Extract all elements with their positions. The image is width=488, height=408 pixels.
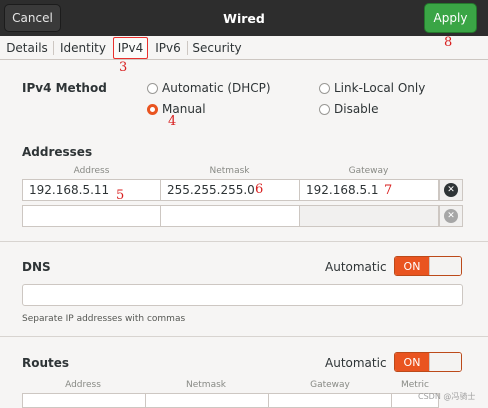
- annotation-8: 8: [444, 35, 453, 50]
- tab-separator: [53, 41, 54, 55]
- option-dhcp-label[interactable]: Automatic (DHCP): [162, 81, 271, 95]
- watermark: CSDN @冯骑士: [418, 392, 476, 401]
- clear-button[interactable]: ✕: [439, 179, 463, 201]
- tab-details[interactable]: Details: [3, 37, 51, 59]
- tab-ipv4[interactable]: IPv4: [113, 37, 148, 59]
- netmask-field[interactable]: 255.255.255.0: [160, 179, 300, 201]
- switch-on-label: ON: [395, 257, 429, 275]
- gateway-field[interactable]: [299, 205, 439, 227]
- option-disable-label[interactable]: Disable: [334, 102, 379, 116]
- route-gateway-field[interactable]: [268, 393, 392, 408]
- header-bar: Cancel Wired Apply: [0, 0, 488, 36]
- cancel-button[interactable]: Cancel: [4, 4, 61, 32]
- route-column-address: Address: [65, 380, 101, 390]
- route-column-gateway: Gateway: [310, 380, 350, 390]
- annotation-6: 6: [255, 182, 264, 197]
- annotation-4: 4: [168, 114, 177, 129]
- tab-security[interactable]: Security: [190, 37, 244, 59]
- column-header-gateway: Gateway: [348, 166, 389, 176]
- tab-bar: Details Identity IPv4 IPv6 Security: [0, 36, 488, 60]
- dns-hint: Separate IP addresses with commas: [22, 314, 186, 324]
- route-address-field[interactable]: [22, 393, 146, 408]
- apply-button[interactable]: Apply: [424, 3, 477, 33]
- window-title: Wired: [223, 10, 265, 26]
- annotation-3: 3: [119, 60, 128, 75]
- netmask-field[interactable]: [160, 205, 300, 227]
- route-column-netmask: Netmask: [186, 380, 226, 390]
- annotation-7: 7: [384, 183, 393, 198]
- switch-on-label: ON: [395, 353, 429, 371]
- ipv4-method-label: IPv4 Method: [22, 81, 107, 95]
- tab-ipv6[interactable]: IPv6: [152, 37, 184, 59]
- switch-knob: [429, 257, 461, 275]
- dns-title: DNS: [22, 260, 51, 274]
- dns-automatic-switch[interactable]: ON: [394, 256, 462, 276]
- radio-icon[interactable]: [319, 104, 330, 115]
- address-field[interactable]: [22, 205, 161, 227]
- radio-icon[interactable]: [147, 104, 158, 115]
- radio-icon[interactable]: [147, 83, 158, 94]
- route-netmask-field[interactable]: [145, 393, 269, 408]
- gateway-field[interactable]: 192.168.5.1: [299, 179, 439, 201]
- section-divider: [0, 241, 488, 242]
- clear-icon: ✕: [444, 209, 458, 223]
- clear-icon: ✕: [444, 183, 458, 197]
- routes-title: Routes: [22, 356, 70, 370]
- route-column-metric: Metric: [401, 380, 429, 390]
- tab-separator: [187, 41, 188, 55]
- tab-identity[interactable]: Identity: [56, 37, 110, 59]
- addresses-title: Addresses: [22, 145, 93, 159]
- routes-automatic-switch[interactable]: ON: [394, 352, 462, 372]
- option-link-local-label[interactable]: Link-Local Only: [334, 81, 425, 95]
- dns-input[interactable]: [22, 284, 463, 306]
- section-divider: [0, 336, 488, 337]
- radio-icon[interactable]: [319, 83, 330, 94]
- address-field[interactable]: 192.168.5.11: [22, 179, 161, 201]
- column-header-address: Address: [73, 166, 110, 176]
- clear-button[interactable]: ✕: [439, 205, 463, 227]
- column-header-netmask: Netmask: [209, 166, 250, 176]
- dns-automatic-label: Automatic: [325, 260, 387, 274]
- routes-automatic-label: Automatic: [325, 356, 387, 370]
- annotation-5: 5: [116, 188, 125, 203]
- switch-knob: [429, 353, 461, 371]
